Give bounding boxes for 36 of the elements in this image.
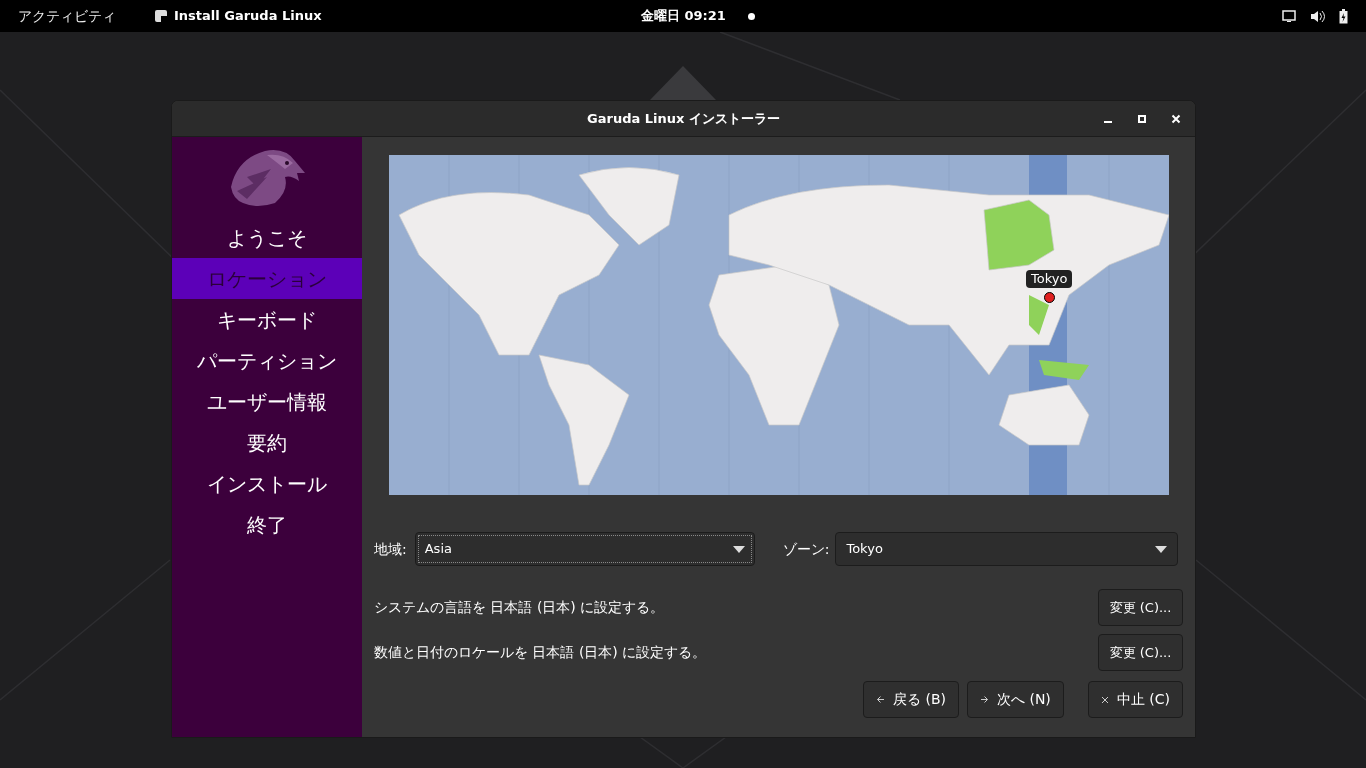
arrow-left-icon [876, 695, 885, 704]
activities-button[interactable]: アクティビティ [18, 5, 116, 27]
arrow-right-icon [980, 695, 989, 704]
next-button[interactable]: 次へ (N) [967, 681, 1064, 718]
zone-dropdown[interactable]: Tokyo [835, 532, 1179, 566]
region-dropdown[interactable]: Asia [414, 532, 755, 566]
setting-text: 数値と日付のロケールを 日本語 (日本) に設定する。 [374, 643, 707, 662]
maximize-icon [1137, 114, 1147, 124]
sidebar-step: ようこそ [172, 217, 362, 258]
close-icon [1171, 114, 1181, 124]
change-button[interactable]: 変更 (C)... [1098, 634, 1183, 671]
sidebar-step: ユーザー情報 [172, 381, 362, 422]
clock[interactable]: 金曜日 09:21 [641, 6, 726, 26]
setting-text: システムの言語を 日本語 (日本) に設定する。 [374, 598, 665, 617]
back-button[interactable]: 戻る (B) [863, 681, 959, 718]
location-label: Tokyo [1026, 270, 1073, 288]
location-pin-icon [1043, 292, 1055, 303]
screen-icon[interactable] [1282, 10, 1296, 22]
dropdown-arrow-icon [732, 545, 745, 553]
volume-icon[interactable] [1310, 9, 1325, 23]
change-button[interactable]: 変更 (C)... [1098, 589, 1183, 626]
sidebar-step: パーティション [172, 340, 362, 381]
dropdown-arrow-icon [1155, 545, 1168, 553]
cancel-button[interactable]: 中止 (C) [1087, 681, 1183, 718]
close-icon [1100, 695, 1109, 704]
zone-label: ゾーン: [782, 539, 830, 559]
sidebar-step: 要約 [172, 422, 362, 463]
sidebar-step: キーボード [172, 299, 362, 340]
window-title: Garuda Linux インストーラー [587, 109, 780, 128]
sidebar-step: ロケーション [172, 258, 362, 299]
sidebar-step: 終了 [172, 504, 362, 545]
region-label: 地域: [374, 539, 407, 559]
app-menu[interactable]: Install Garuda Linux [174, 6, 322, 26]
battery-icon[interactable] [1339, 8, 1348, 24]
minimize-icon [1104, 121, 1112, 123]
sidebar-step: インストール [172, 463, 362, 504]
